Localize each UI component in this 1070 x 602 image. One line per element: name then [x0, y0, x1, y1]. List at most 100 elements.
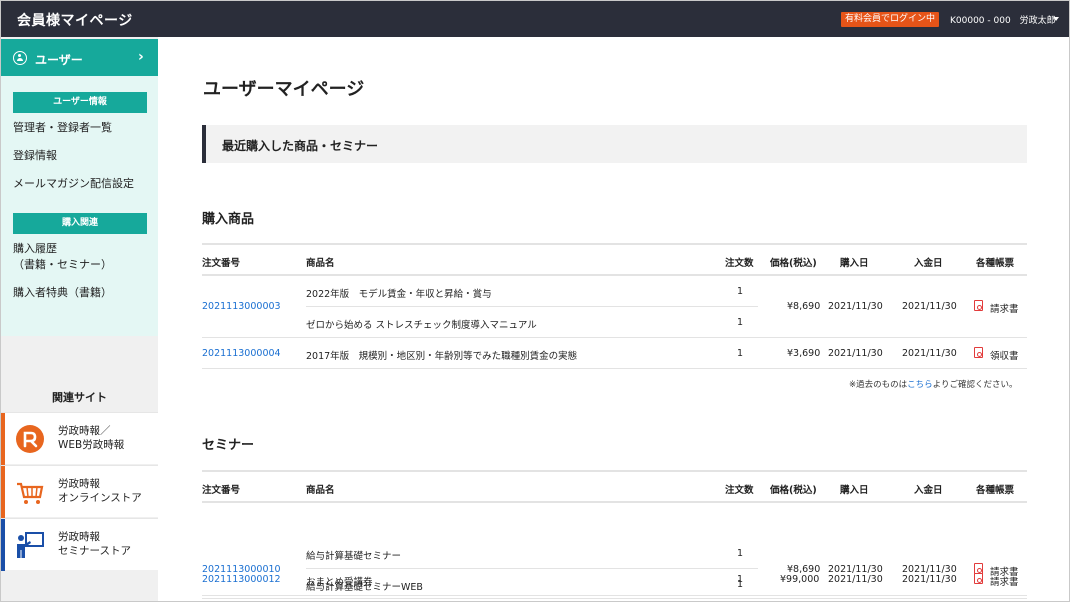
pdf-icon[interactable] — [974, 573, 983, 584]
payment-date: 2021/11/30 — [902, 301, 957, 312]
price: ¥99,000 — [780, 574, 820, 585]
col-item: 商品名 — [306, 485, 335, 496]
col-purchase-date: 購入日 — [840, 258, 869, 269]
sidebar-item-history-line1: 購入履歴 — [13, 242, 57, 255]
pdf-icon[interactable] — [974, 347, 983, 358]
products-title: 購入商品 — [202, 212, 255, 227]
col-payment-date: 入金日 — [914, 485, 943, 496]
item-qty: 1 — [737, 548, 744, 559]
col-order: 注文番号 — [202, 258, 241, 269]
note-suffix: よりご確認ください。 — [932, 380, 1018, 390]
related-sites-title: 関連サイト — [52, 391, 107, 404]
item-name: ゼロから始める ストレスチェック制度導入マニュアル — [306, 320, 537, 331]
sidebar-item-benefits[interactable]: 購入者特典（書籍） — [13, 285, 112, 301]
row-divider — [306, 568, 758, 569]
sidebar: ユーザー › ユーザー情報 管理者・登録者一覧 登録情報 メールマガジン配信設定… — [1, 37, 158, 601]
sidebar-item-registration[interactable]: 登録情報 — [13, 148, 57, 164]
presenter-icon — [17, 532, 44, 558]
row-divider — [306, 306, 758, 307]
site-name-line1: 労政時報 — [58, 478, 100, 490]
products-table: 注文番号 商品名 注文数 価格(税込) 購入日 入金日 各種帳票 2021113… — [202, 243, 1027, 369]
item-qty: 1 — [737, 348, 744, 359]
sidebar-item-history-line2: （書籍・セミナー） — [13, 258, 112, 271]
col-qty: 注文数 — [725, 485, 754, 496]
col-price: 価格(税込) — [770, 485, 817, 496]
site-name-line1: 労政時報 — [58, 531, 100, 543]
table-header: 注文番号 商品名 注文数 価格(税込) 購入日 入金日 各種帳票 — [202, 470, 1027, 503]
sidebar-user-header[interactable]: ユーザー › — [1, 39, 158, 76]
payment-date: 2021/11/30 — [902, 574, 957, 585]
document-link[interactable]: 領収書 — [990, 348, 1019, 362]
web-rosei-logo-icon — [16, 425, 44, 453]
section-user-info: ユーザー情報 — [13, 92, 147, 113]
item-qty: 1 — [737, 574, 744, 585]
sidebar-item-admin-list[interactable]: 管理者・登録者一覧 — [13, 120, 112, 136]
purchase-date: 2021/11/30 — [828, 301, 883, 312]
item-name: 2017年版 規模別・地区別・年齢別等でみた職種別賃金の実態 — [306, 351, 578, 362]
section-banner: 最近購入した商品・セミナー — [202, 125, 1027, 163]
col-payment-date: 入金日 — [914, 258, 943, 269]
price: ¥3,690 — [787, 348, 821, 359]
site-accent-bar — [1, 466, 5, 518]
item-qty: 1 — [737, 317, 744, 328]
sidebar-head-label: ユーザー — [35, 53, 83, 67]
membership-badge: 有料会員でログイン中 — [841, 12, 940, 27]
price: ¥8,690 — [787, 301, 821, 312]
sidebar-item-newsletter[interactable]: メールマガジン配信設定 — [13, 176, 134, 192]
site-name-line2: オンラインストア — [58, 492, 142, 504]
main-content: ユーザーマイページ 最近購入した商品・セミナー 購入商品 注文番号 商品名 注文… — [158, 37, 1069, 601]
caret-down-icon[interactable] — [1053, 17, 1059, 21]
row-divider — [202, 368, 1027, 369]
sidebar-menu: ユーザー情報 管理者・登録者一覧 登録情報 メールマガジン配信設定 購入関連 購… — [1, 76, 158, 336]
site-name-line2: セミナーストア — [58, 545, 131, 557]
site-link-web-rosei[interactable]: 労政時報／ WEB労政時報 — [1, 412, 158, 465]
item-qty: 1 — [737, 286, 744, 297]
order-number-link[interactable]: 2021113000012 — [202, 574, 281, 585]
col-purchase-date: 購入日 — [840, 485, 869, 496]
site-name: 労政時報／ WEB労政時報 — [58, 424, 124, 452]
seminars-title: セミナー — [202, 438, 255, 453]
chevron-right-icon: › — [138, 49, 144, 65]
order-number-link[interactable]: 2021113000003 — [202, 301, 281, 312]
past-orders-link[interactable]: こちら — [907, 380, 933, 390]
cart-icon — [17, 482, 44, 504]
user-icon — [13, 51, 27, 65]
note-prefix: ※過去のものは — [849, 380, 908, 390]
window-frame: 会員様マイページ 有料会員でログイン中 K00000 - 000 労政太郎 ユー… — [0, 0, 1070, 602]
past-orders-note: ※過去のものはこちらよりご確認ください。 — [849, 378, 1017, 390]
site-link-online-store[interactable]: 労政時報 オンラインストア — [1, 465, 158, 518]
col-documents: 各種帳票 — [976, 258, 1015, 269]
item-name: 2022年版 モデル賃金・年収と昇給・賞与 — [306, 289, 492, 300]
table-header: 注文番号 商品名 注文数 価格(税込) 購入日 入金日 各種帳票 — [202, 243, 1027, 276]
purchase-date: 2021/11/30 — [828, 348, 883, 359]
document-link[interactable]: 請求書 — [990, 301, 1019, 315]
document-link[interactable]: 請求書 — [990, 574, 1019, 588]
col-order: 注文番号 — [202, 485, 241, 496]
app-title: 会員様マイページ — [17, 13, 133, 29]
purchase-date: 2021/11/30 — [828, 574, 883, 585]
row-divider — [202, 595, 1027, 596]
site-name-line2: WEB労政時報 — [58, 439, 125, 451]
site-accent-bar — [1, 519, 5, 571]
item-name: 給与計算基礎セミナー — [306, 551, 402, 562]
user-info[interactable]: K00000 - 000 労政太郎 — [950, 13, 1056, 26]
pdf-icon[interactable] — [974, 300, 983, 311]
top-bar: 会員様マイページ 有料会員でログイン中 K00000 - 000 労政太郎 — [1, 1, 1069, 37]
order-number-link[interactable]: 2021113000004 — [202, 348, 281, 359]
col-documents: 各種帳票 — [976, 485, 1015, 496]
site-name: 労政時報 セミナーストア — [58, 530, 131, 558]
col-item: 商品名 — [306, 258, 335, 269]
section-banner-label: 最近購入した商品・セミナー — [222, 139, 379, 153]
site-name: 労政時報 オンラインストア — [58, 477, 142, 505]
site-accent-bar — [1, 413, 5, 465]
row-divider — [202, 337, 1027, 338]
site-link-seminar-store[interactable]: 労政時報 セミナーストア — [1, 518, 158, 571]
col-qty: 注文数 — [725, 258, 754, 269]
section-purchase: 購入関連 — [13, 213, 147, 234]
row-divider — [202, 598, 1027, 599]
col-price: 価格(税込) — [770, 258, 817, 269]
sidebar-item-history[interactable]: 購入履歴 （書籍・セミナー） — [13, 241, 112, 273]
payment-date: 2021/11/30 — [902, 348, 957, 359]
site-name-line1: 労政時報／ — [58, 425, 111, 437]
page-title: ユーザーマイページ — [203, 79, 365, 100]
